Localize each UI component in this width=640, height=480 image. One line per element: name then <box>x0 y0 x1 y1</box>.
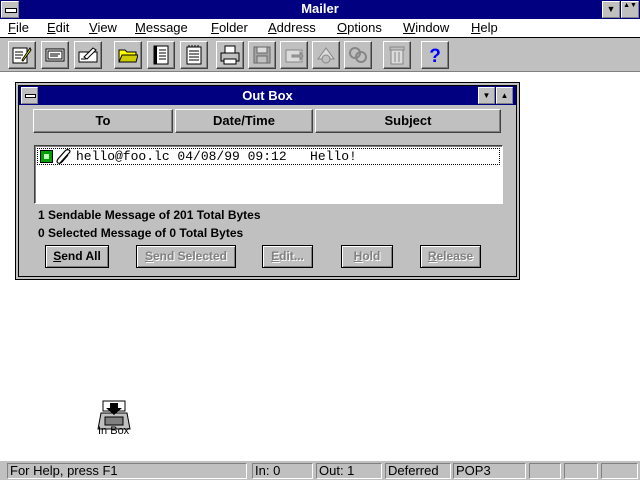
status-help-text: For Help, press F1 <box>7 463 247 479</box>
column-header-to[interactable]: To <box>33 109 173 133</box>
sendable-summary: 1 Sendable Message of 201 Total Bytes <box>38 208 261 222</box>
message-list[interactable]: hello@foo.lc 04/08/99 09:12 Hello! <box>34 145 503 204</box>
reply-icon <box>45 48 65 62</box>
menu-help[interactable]: Help <box>471 20 498 35</box>
menu-file[interactable]: File <box>8 20 29 35</box>
app-title-bar: Mailer ▼ ▲▼ <box>0 0 640 19</box>
forward-button[interactable] <box>74 41 102 69</box>
minimize-button[interactable]: ▼ <box>602 1 620 18</box>
status-protocol: POP3 <box>453 463 526 479</box>
menu-message[interactable]: Message <box>135 20 188 35</box>
release-button[interactable]: Release <box>420 245 481 268</box>
help-icon: ? <box>429 46 441 65</box>
maximize-button[interactable]: ▲▼ <box>621 1 639 18</box>
message-row-text: hello@foo.lc 04/08/99 09:12 Hello! <box>76 149 357 164</box>
status-out-count: Out: 1 <box>316 463 382 479</box>
status-in-count: In: 0 <box>252 463 313 479</box>
save-button[interactable] <box>248 41 276 69</box>
edit-button[interactable]: Edit... <box>262 245 313 268</box>
column-header-datetime[interactable]: Date/Time <box>175 109 313 133</box>
outbox-window: Out Box ▼ ▲ To Date/Time Subject hello@f… <box>15 82 520 280</box>
notepad-button[interactable] <box>180 41 208 69</box>
compose-button[interactable] <box>8 41 36 69</box>
compose-icon <box>12 47 32 64</box>
selected-summary: 0 Selected Message of 0 Total Bytes <box>38 226 244 240</box>
printer-icon <box>220 45 240 65</box>
address-book-button[interactable] <box>147 41 175 69</box>
notepad-icon <box>186 45 202 65</box>
move-button[interactable] <box>280 41 308 69</box>
trash-icon <box>389 46 405 65</box>
reply-button[interactable] <box>41 41 69 69</box>
menu-options[interactable]: Options <box>337 20 382 35</box>
help-button[interactable]: ? <box>421 41 449 69</box>
delete-button[interactable] <box>383 41 411 69</box>
send-all-button[interactable]: Send All <box>45 245 109 268</box>
outbox-minimize-button[interactable]: ▼ <box>478 87 495 104</box>
outbox-maximize-button[interactable]: ▲ <box>496 87 513 104</box>
address-book-icon <box>153 45 169 65</box>
menu-edit[interactable]: Edit <box>47 20 69 35</box>
message-row[interactable]: hello@foo.lc 04/08/99 09:12 Hello! <box>37 148 500 165</box>
save-icon <box>253 46 271 64</box>
status-mode: Deferred <box>385 463 451 479</box>
menu-address[interactable]: Address <box>268 20 316 35</box>
outbox-title: Out Box <box>242 88 293 103</box>
status-pane-empty-3 <box>601 463 638 479</box>
column-header-subject[interactable]: Subject <box>315 109 501 133</box>
folder-icon <box>118 49 138 63</box>
menu-window[interactable]: Window <box>403 20 449 35</box>
link-icon <box>349 47 367 63</box>
forward-icon <box>78 47 98 63</box>
svg-text:?: ? <box>429 46 441 65</box>
hold-button[interactable]: Hold <box>341 245 393 268</box>
outbox-title-bar: Out Box ▼ ▲ <box>19 86 516 105</box>
print-button[interactable] <box>216 41 244 69</box>
toolbar: ? <box>0 38 640 72</box>
inbox-label[interactable]: In Box <box>98 425 129 437</box>
send-selected-button[interactable]: Send Selected <box>136 245 236 268</box>
menu-view[interactable]: View <box>89 20 117 35</box>
sendable-status-icon <box>40 150 53 163</box>
status-bar: For Help, press F1 In: 0 Out: 1 Deferred… <box>0 460 640 480</box>
attach-button[interactable] <box>312 41 340 69</box>
menu-folder[interactable]: Folder <box>211 20 248 35</box>
menu-bar: File Edit View Message Folder Address Op… <box>0 19 640 38</box>
app-title: Mailer <box>301 1 339 16</box>
status-pane-empty-2 <box>564 463 598 479</box>
attach-icon <box>317 47 335 64</box>
paperclip-icon <box>56 149 71 164</box>
status-pane-empty-1 <box>529 463 561 479</box>
move-icon <box>285 49 304 63</box>
open-folder-button[interactable] <box>114 41 142 69</box>
link-button[interactable] <box>344 41 372 69</box>
